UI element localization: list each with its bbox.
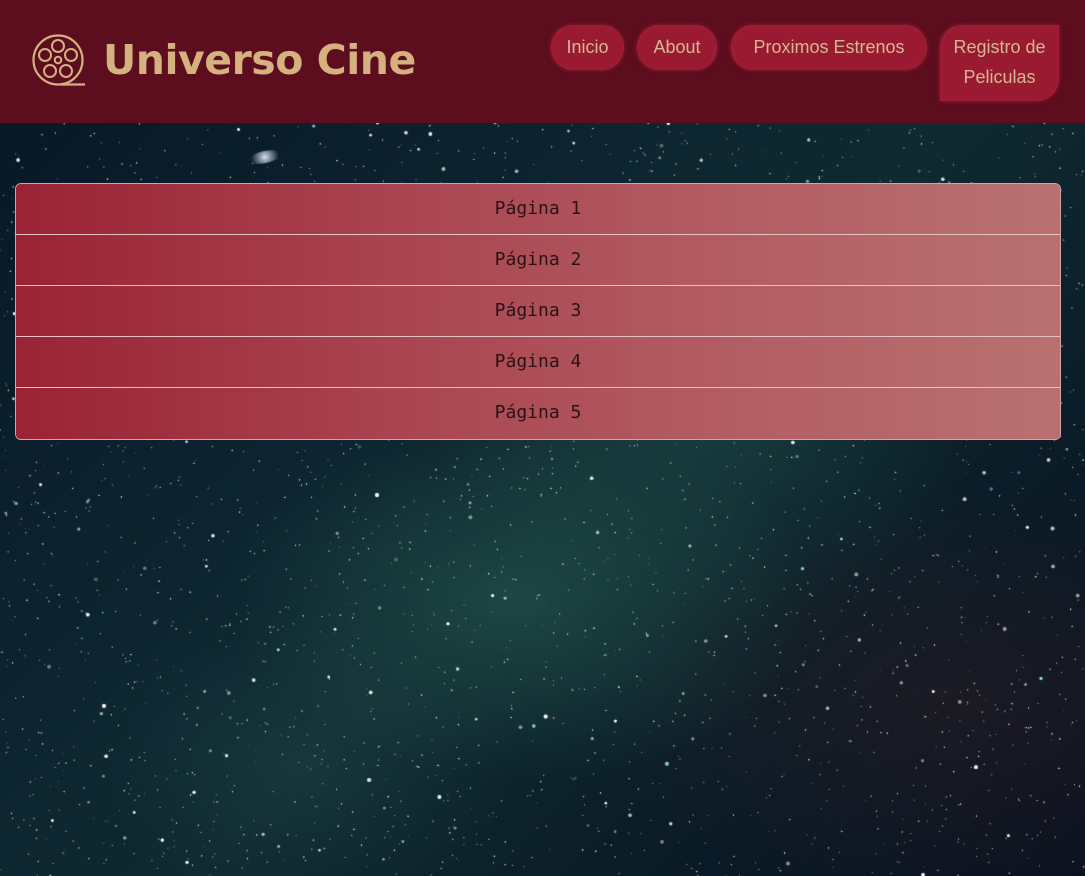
pagination-list: Página 1 Página 2 Página 3 Página 4 Pági… xyxy=(15,183,1061,440)
page-1-link[interactable]: Página 1 xyxy=(16,184,1060,235)
page-3-link[interactable]: Página 3 xyxy=(16,286,1060,337)
film-reel-icon xyxy=(32,34,85,86)
page-5-link[interactable]: Página 5 xyxy=(16,388,1060,439)
nav-registro-peliculas-link[interactable]: Registro de Peliculas xyxy=(940,25,1059,101)
page-2-link[interactable]: Página 2 xyxy=(16,235,1060,286)
nav-proximos-estrenos-link[interactable]: Proximos Estrenos xyxy=(731,25,927,70)
site-header: Universo Cine Inicio About Proximos Estr… xyxy=(0,0,1085,123)
nav-about-link[interactable]: About xyxy=(637,25,717,70)
brand-title: Universo Cine xyxy=(103,36,416,84)
page-4-link[interactable]: Página 4 xyxy=(16,337,1060,388)
nav-registro-label-line1: Registro de xyxy=(953,37,1046,57)
nav-registro-label-line2: Peliculas xyxy=(963,67,1036,87)
nav-inicio-link[interactable]: Inicio xyxy=(551,25,624,70)
